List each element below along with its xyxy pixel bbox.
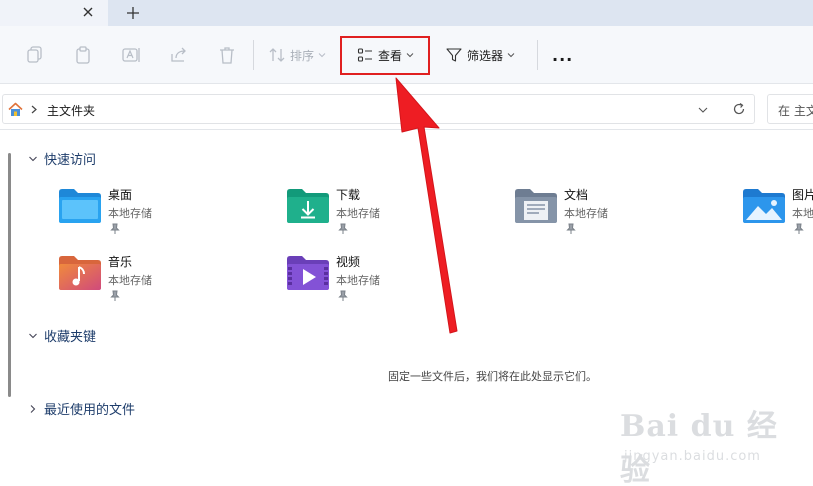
refresh-icon[interactable] (732, 102, 746, 116)
more-options-button[interactable]: ... (552, 38, 573, 72)
search-input[interactable]: 在 主文 (767, 94, 813, 124)
pin-icon (338, 223, 348, 234)
chevron-down-icon (29, 333, 37, 338)
watermark-logo-text: Bai du 经验 (620, 409, 778, 486)
main-content: 快速访问 桌面 本地存储 下载 本地存储 文档 本地存储 图片 本地 音乐 本地… (0, 131, 813, 486)
home-icon (8, 102, 23, 116)
search-placeholder: 在 主文 (778, 104, 813, 118)
item-location: 本地存储 (336, 274, 380, 287)
chevron-right-icon (30, 404, 36, 413)
quick-item-documents[interactable]: 文档 本地存储 (514, 186, 714, 244)
watermark-url: jingyan.baidu.com (624, 449, 761, 464)
plus-icon[interactable] (124, 4, 142, 22)
rename-icon[interactable] (120, 44, 142, 66)
address-bar-area: 主文件夹 在 主文 (0, 84, 813, 130)
item-name: 文档 (564, 188, 589, 202)
pictures-folder-icon (743, 189, 785, 223)
section-title: 快速访问 (44, 153, 97, 168)
delete-icon[interactable] (216, 44, 238, 66)
address-bar[interactable]: 主文件夹 (2, 94, 755, 124)
videos-folder-icon (287, 256, 329, 290)
pin-icon (110, 290, 120, 301)
section-title: 最近使用的文件 (44, 403, 136, 418)
documents-folder-icon (515, 189, 557, 223)
music-folder-icon (59, 256, 101, 290)
favorites-empty-message: 固定一些文件后，我们将在此处显示它们。 (388, 370, 597, 383)
close-icon[interactable] (80, 4, 96, 20)
command-bar: 排序 查看 筛选器 ... (0, 26, 813, 84)
share-icon[interactable] (168, 44, 190, 66)
breadcrumb-home[interactable]: 主文件夹 (47, 102, 95, 119)
section-favorites[interactable]: 收藏夹键 (28, 326, 96, 345)
paste-icon[interactable] (72, 44, 94, 66)
copy-icon[interactable] (24, 44, 46, 66)
item-name: 桌面 (108, 188, 133, 202)
tab-strip (0, 0, 813, 26)
item-name: 音乐 (108, 255, 133, 269)
more-icon: ... (552, 45, 574, 65)
chevron-right-icon[interactable] (30, 105, 38, 114)
filter-label: 筛选器 (467, 48, 504, 63)
chevron-down-icon (29, 156, 37, 161)
item-location: 本地存储 (564, 207, 608, 220)
annotation-highlight-box (340, 36, 430, 75)
item-location: 本地存储 (336, 207, 380, 220)
vertical-scrollbar[interactable] (8, 153, 11, 397)
item-name: 下载 (336, 188, 361, 202)
item-location: 本地存储 (108, 207, 152, 220)
quick-item-pictures[interactable]: 图片 本地 (742, 186, 813, 244)
chevron-down-icon (318, 53, 326, 58)
section-quick-access[interactable]: 快速访问 (28, 149, 96, 168)
chevron-down-icon (507, 53, 515, 58)
quick-item-music[interactable]: 音乐 本地存储 (58, 253, 258, 311)
desktop-folder-icon (59, 189, 101, 223)
baidu-watermark: Bai du 经验 jingyan.baidu.com (620, 401, 780, 486)
quick-item-desktop[interactable]: 桌面 本地存储 (58, 186, 258, 244)
item-name: 视频 (336, 255, 361, 269)
sort-label: 排序 (290, 48, 315, 63)
toolbar-divider (537, 40, 538, 70)
item-name: 图片 (792, 188, 813, 202)
item-location: 本地存储 (108, 274, 152, 287)
item-location: 本地 (792, 207, 813, 220)
section-recent-files[interactable]: 最近使用的文件 (28, 399, 135, 418)
chevron-down-icon[interactable] (697, 105, 709, 115)
active-tab[interactable] (0, 0, 108, 26)
pin-icon (110, 223, 120, 234)
filter-icon (446, 48, 462, 62)
pin-icon (566, 223, 576, 234)
toolbar-divider (253, 40, 254, 70)
filter-button[interactable]: 筛选器 (445, 38, 515, 72)
pin-icon (338, 290, 348, 301)
sort-icon (269, 48, 285, 62)
section-title: 收藏夹键 (44, 330, 97, 345)
quick-item-videos[interactable]: 视频 本地存储 (286, 253, 486, 311)
quick-item-downloads[interactable]: 下载 本地存储 (286, 186, 486, 244)
downloads-folder-icon (287, 189, 329, 223)
sort-button[interactable]: 排序 (268, 38, 326, 72)
pin-icon (794, 223, 804, 234)
